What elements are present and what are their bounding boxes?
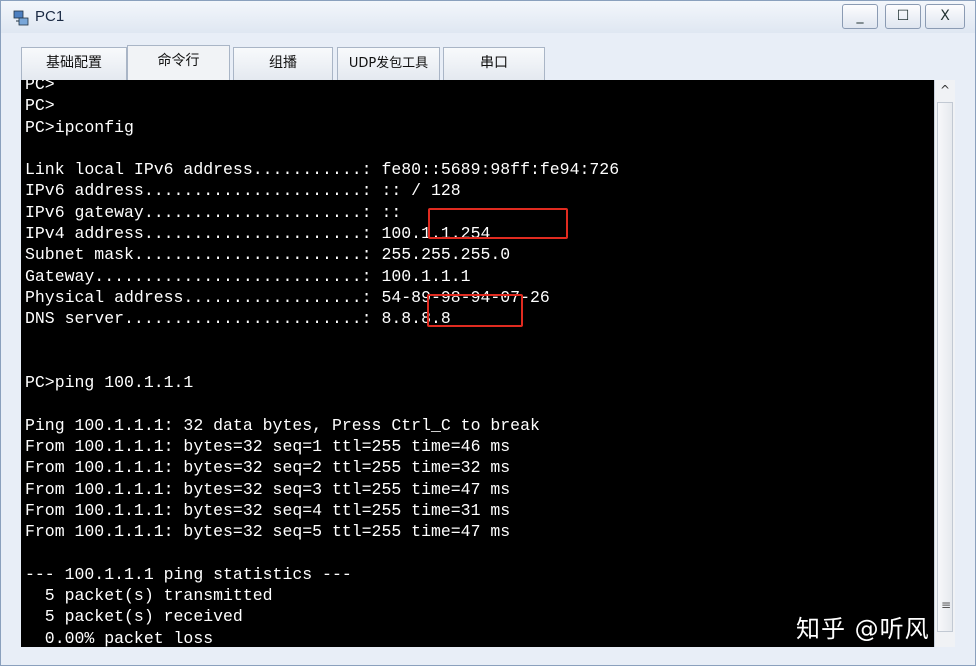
terminal-line: DNS server........................: 8.8.…	[25, 309, 451, 329]
terminal-line: 5 packet(s) transmitted	[25, 586, 273, 606]
terminal-line: From 100.1.1.1: bytes=32 seq=5 ttl=255 t…	[25, 522, 511, 542]
scroll-up-arrow-icon[interactable]: ^	[935, 80, 955, 100]
vertical-scrollbar[interactable]: ^ ≡	[934, 80, 955, 647]
tab-multicast[interactable]: 组播	[233, 47, 333, 80]
scroll-thumb[interactable]: ≡	[937, 102, 953, 632]
title-bar[interactable]: PC1 _ ☐ X	[1, 1, 975, 33]
dns-highlight-box	[427, 294, 523, 327]
app-window: PC1 _ ☐ X 基础配置 命令行 组播 UDP发包工具 串口 PC> PC> P…	[0, 0, 976, 666]
terminal-line: PC>	[25, 96, 55, 116]
terminal-line: From 100.1.1.1: bytes=32 seq=3 ttl=255 t…	[25, 479, 511, 499]
terminal-line: --- 100.1.1.1 ping statistics ---	[25, 564, 352, 584]
tab-udp-tool[interactable]: UDP发包工具	[337, 47, 440, 80]
terminal-line: 0.00% packet loss	[25, 628, 214, 647]
terminal-line: PC>ping 100.1.1.1	[25, 373, 194, 393]
watermark: 知乎 @听风	[796, 615, 930, 643]
terminal-text: PC> PC> PC>ipconfig Link local IPv6 address…	[25, 80, 619, 647]
close-button[interactable]: X	[925, 4, 965, 29]
terminal-line: PC>ipconfig	[25, 117, 134, 137]
terminal-output[interactable]: PC> PC> PC>ipconfig Link local IPv6 address…	[21, 80, 934, 647]
grip-icon: ≡	[940, 598, 952, 612]
terminal-line: Subnet mask.......................: 255.…	[25, 245, 511, 265]
terminal-line: PC>	[25, 80, 55, 94]
terminal-line: IPv6 address......................: :: /…	[25, 181, 461, 201]
terminal-line: Physical address..................: 54-8…	[25, 287, 550, 307]
tab-strip: 基础配置 命令行 组播 UDP发包工具 串口	[21, 45, 955, 81]
window-title: PC1	[35, 8, 65, 25]
tab-command-line[interactable]: 命令行	[127, 45, 230, 80]
terminal-line: 5 packet(s) received	[25, 607, 243, 627]
ipv4-highlight-box	[428, 208, 568, 239]
minimize-button[interactable]: _	[842, 4, 878, 29]
pc-app-icon	[13, 10, 29, 26]
terminal-line: From 100.1.1.1: bytes=32 seq=2 ttl=255 t…	[25, 458, 511, 478]
maximize-button[interactable]: ☐	[885, 4, 921, 29]
terminal-line: From 100.1.1.1: bytes=32 seq=1 ttl=255 t…	[25, 437, 511, 457]
terminal-line: From 100.1.1.1: bytes=32 seq=4 ttl=255 t…	[25, 500, 511, 520]
terminal-line: Link local IPv6 address...........: fe80…	[25, 160, 620, 180]
tab-basic-config[interactable]: 基础配置	[21, 47, 127, 80]
terminal-line: Ping 100.1.1.1: 32 data bytes, Press Ctr…	[25, 415, 540, 435]
terminal-line: Gateway...........................: 100.…	[25, 266, 471, 286]
tab-serial[interactable]: 串口	[443, 47, 545, 80]
